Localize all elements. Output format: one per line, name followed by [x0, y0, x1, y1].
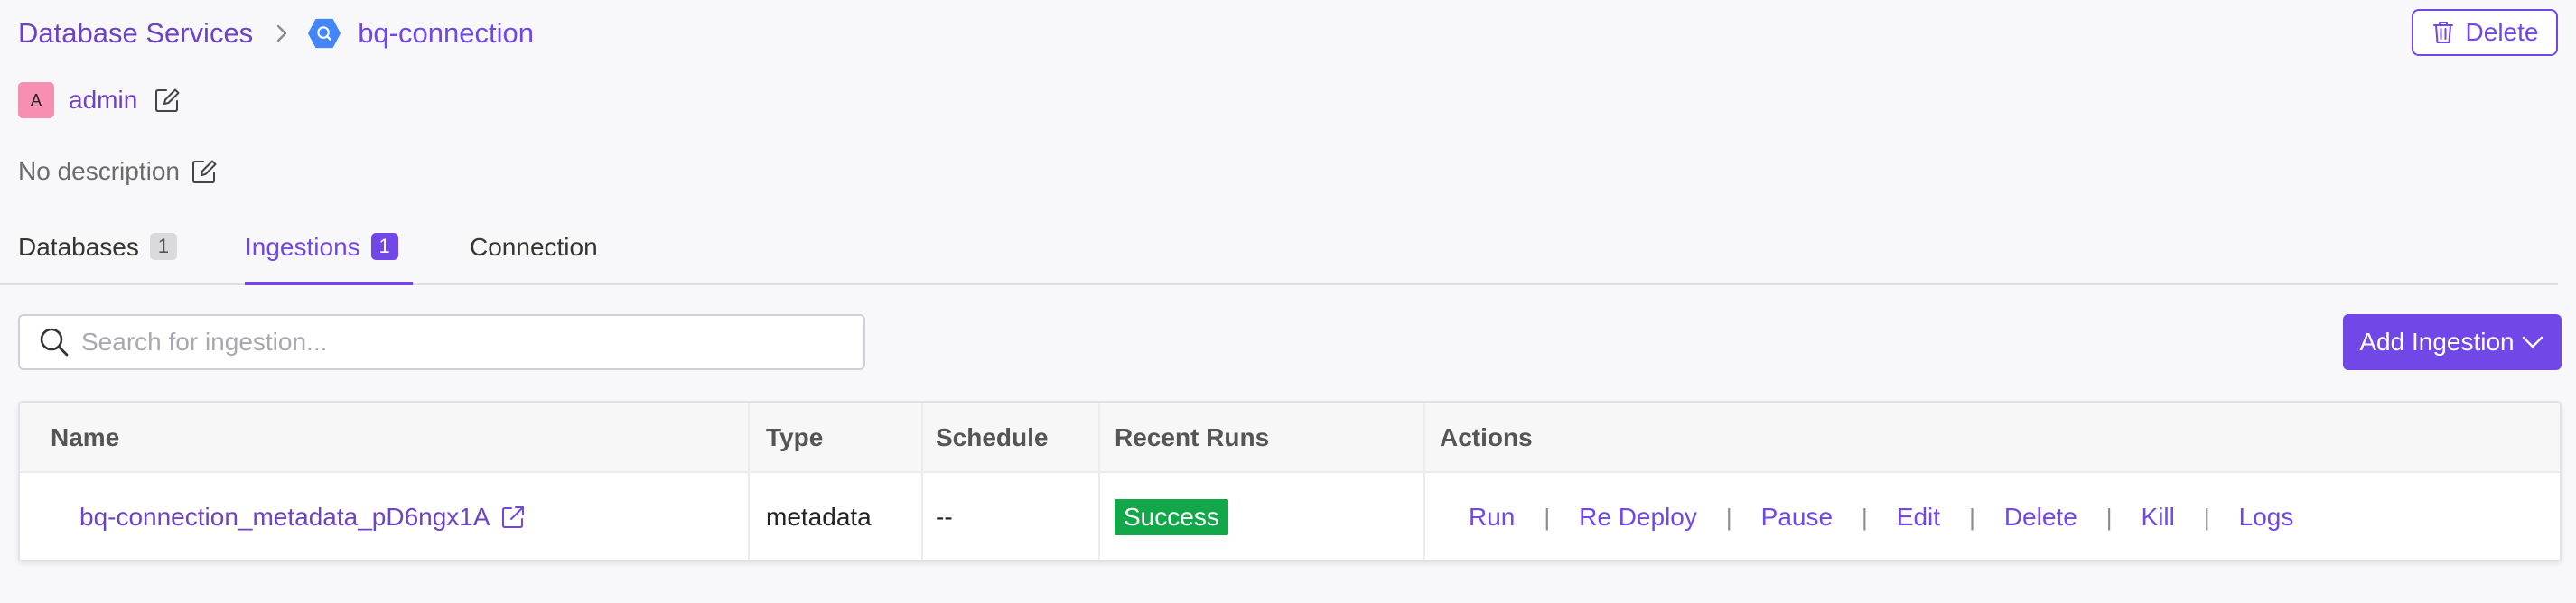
chevron-down-icon: [2520, 329, 2545, 355]
action-separator: |: [2203, 503, 2210, 531]
action-separator: |: [1862, 503, 1868, 531]
external-link-icon[interactable]: [499, 504, 527, 531]
column-header-name: Name: [51, 423, 120, 451]
delete-service-label: Delete: [2465, 18, 2539, 46]
avatar: A: [18, 82, 54, 118]
breadcrumb: Database Services bq-connection: [18, 13, 534, 54]
breadcrumb-current-service: bq-connection: [358, 17, 534, 49]
bigquery-icon: [307, 16, 341, 51]
tab-bar: Databases 1 Ingestions 1 Connection: [0, 226, 2558, 285]
action-separator: |: [1544, 503, 1551, 531]
tab-databases-count: 1: [149, 233, 177, 260]
ingestion-name-link[interactable]: bq-connection_metadata_pD6ngx1A: [79, 503, 490, 532]
edit-description-icon[interactable]: [191, 158, 218, 185]
search-input[interactable]: [81, 328, 822, 357]
add-ingestion-label: Add Ingestion: [2359, 328, 2515, 356]
column-header-recent-runs: Recent Runs: [1115, 423, 1270, 451]
table-row: bq-connection_metadata_pD6ngx1A metadata…: [20, 473, 2560, 560]
chevron-right-icon: [271, 23, 293, 44]
breadcrumb-database-services-link[interactable]: Database Services: [18, 17, 253, 50]
tab-ingestions-label: Ingestions: [245, 233, 360, 261]
recent-runs-cell: Success: [1115, 473, 1228, 560]
owner-row: A admin: [18, 81, 181, 119]
column-header-type: Type: [766, 423, 824, 451]
pause-action[interactable]: Pause: [1761, 503, 1833, 532]
table-header: Name Type Schedule Recent Runs Actions: [20, 403, 2560, 473]
tab-ingestions-count: 1: [370, 233, 398, 260]
service-page: Database Services bq-connection Delete A: [0, 0, 2576, 603]
ingestion-schedule-cell: --: [936, 503, 953, 531]
tab-databases-label: Databases: [18, 233, 139, 261]
description-text: No description: [18, 157, 180, 185]
column-header-schedule: Schedule: [936, 423, 1049, 451]
tab-ingestions[interactable]: Ingestions 1: [245, 226, 413, 285]
tab-databases[interactable]: Databases 1: [18, 226, 177, 285]
edit-action[interactable]: Edit: [1897, 503, 1940, 532]
ingestion-type-cell: metadata: [766, 503, 872, 531]
search-icon: [38, 326, 81, 358]
logs-action[interactable]: Logs: [2239, 503, 2294, 532]
action-separator: |: [2105, 503, 2113, 531]
search-box: [18, 314, 865, 370]
redeploy-action[interactable]: Re Deploy: [1579, 503, 1697, 532]
action-separator: |: [1725, 503, 1732, 531]
description-row: No description: [18, 153, 218, 190]
action-separator: |: [1969, 503, 1975, 531]
trash-icon: [2431, 20, 2455, 45]
ingestion-name-cell: bq-connection_metadata_pD6ngx1A: [79, 473, 527, 560]
owner-name-link[interactable]: admin: [69, 86, 137, 115]
kill-action[interactable]: Kill: [2142, 503, 2175, 532]
tab-connection[interactable]: Connection: [470, 226, 598, 285]
run-action[interactable]: Run: [1469, 503, 1515, 532]
edit-owner-icon[interactable]: [154, 87, 181, 114]
column-header-actions: Actions: [1440, 423, 1533, 451]
status-badge[interactable]: Success: [1115, 499, 1228, 535]
ingestions-table: Name Type Schedule Recent Runs Actions b…: [18, 401, 2562, 561]
tab-connection-label: Connection: [470, 233, 598, 261]
delete-service-button[interactable]: Delete: [2412, 9, 2558, 56]
actions-cell: Run | Re Deploy | Pause | Edit | Delete …: [1469, 473, 2294, 560]
delete-action[interactable]: Delete: [2004, 503, 2077, 532]
add-ingestion-button[interactable]: Add Ingestion: [2343, 314, 2562, 370]
